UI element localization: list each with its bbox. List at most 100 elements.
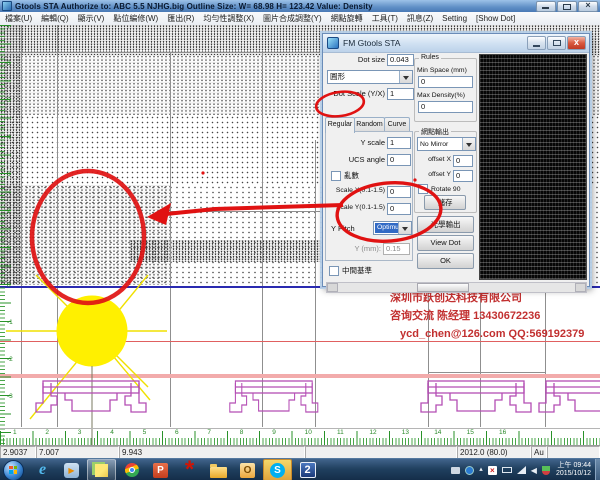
restore-button[interactable] bbox=[557, 1, 577, 12]
menu-item-1[interactable]: 檔案(U) bbox=[5, 13, 32, 24]
taskbar-sticky-notes[interactable] bbox=[87, 459, 116, 480]
halftone-band-dense bbox=[130, 240, 330, 262]
menu-item-10[interactable]: 訊息(Z) bbox=[407, 13, 433, 24]
v-ruler-label: -1 bbox=[7, 319, 13, 326]
checkbox-icon[interactable] bbox=[331, 171, 341, 181]
dropdown-arrow-icon[interactable] bbox=[399, 71, 412, 83]
view-dot-button[interactable]: View Dot bbox=[417, 235, 474, 251]
skype-icon: S bbox=[270, 463, 285, 478]
safety-tray-icon[interactable] bbox=[542, 466, 550, 475]
tab-curve[interactable]: Curve bbox=[384, 117, 410, 132]
dialog-minimize-button[interactable] bbox=[527, 36, 546, 50]
optical-output-button[interactable]: 光學輸出 bbox=[417, 216, 474, 233]
halftone-region-left bbox=[0, 185, 170, 285]
taskbar-outlook[interactable]: O bbox=[234, 460, 261, 480]
scrollbar-thumb[interactable] bbox=[417, 283, 469, 292]
menu-item-5[interactable]: 匯出(R) bbox=[167, 13, 194, 24]
construction-line bbox=[428, 372, 545, 373]
menu-item-6[interactable]: 均勻性調整(X) bbox=[203, 13, 254, 24]
scale-x-label: Scale X(0.1-1.5) bbox=[323, 187, 385, 194]
menu-item-2[interactable]: 編輯(Q) bbox=[41, 13, 69, 24]
alert-tray-icon[interactable]: × bbox=[488, 466, 497, 475]
h-ruler-label: 16 bbox=[499, 429, 506, 436]
system-tray: ▴ × ◀ bbox=[451, 466, 556, 475]
dropdown-arrow-icon[interactable] bbox=[462, 138, 475, 150]
min-space-label: Min Space (mm) bbox=[417, 67, 473, 74]
pink-reference-band bbox=[0, 374, 600, 378]
scale-y-field[interactable]: 0 bbox=[387, 203, 411, 215]
taskbar-skype[interactable]: S bbox=[263, 459, 292, 480]
battery-tray-icon[interactable] bbox=[502, 467, 512, 473]
ok-button[interactable]: OK bbox=[417, 253, 474, 269]
chrome-icon bbox=[125, 463, 139, 477]
window-titlebar[interactable]: Gtools STA Authorize to: ABC 5.5 NJHG.bi… bbox=[0, 0, 600, 12]
menu-item-3[interactable]: 顯示(V) bbox=[78, 13, 105, 24]
h-ruler-label: 7 bbox=[207, 429, 211, 436]
info-tray-icon[interactable] bbox=[465, 466, 474, 475]
dialog-maximize-button[interactable] bbox=[547, 36, 566, 50]
menu-item-11[interactable]: Setting bbox=[442, 14, 467, 23]
minimize-button[interactable] bbox=[536, 1, 556, 12]
taskbar-clock[interactable]: 上午 09:44 2015/10/12 bbox=[556, 462, 595, 478]
menu-item-8[interactable]: 網點旋轉 bbox=[331, 13, 363, 24]
v-ruler-label: -2 bbox=[7, 356, 13, 363]
taskbar-app-2[interactable]: 2 bbox=[294, 460, 321, 480]
menu-item-7[interactable]: 圖片合成調整(Y) bbox=[263, 13, 322, 24]
min-space-field[interactable]: 0 bbox=[418, 76, 473, 88]
tab-regular[interactable]: Regular bbox=[325, 117, 355, 133]
keyboard-tray-icon[interactable] bbox=[451, 467, 460, 474]
offset-x-label: offset X bbox=[417, 156, 451, 163]
construction-line bbox=[315, 140, 316, 427]
close-button[interactable] bbox=[578, 1, 598, 12]
center-reference-checkbox[interactable]: 中間基準 bbox=[329, 265, 372, 276]
offset-y-field[interactable]: 0 bbox=[453, 170, 473, 182]
random-checkbox[interactable]: 亂數 bbox=[331, 170, 359, 181]
network-tray-icon[interactable] bbox=[517, 466, 526, 474]
y-scale-label: Y scale bbox=[323, 138, 385, 147]
taskbar-red-tool[interactable]: * bbox=[176, 460, 203, 480]
max-density-field[interactable]: 0 bbox=[418, 101, 473, 113]
rules-group-title: Rules bbox=[419, 54, 441, 61]
fm-dialog[interactable]: FM Gtools STA Dot size 0.043 圓形 Dot Scal… bbox=[322, 33, 590, 287]
show-hidden-tray-icon[interactable]: ▴ bbox=[479, 466, 483, 474]
save-button[interactable]: 儲存 bbox=[424, 195, 466, 210]
shape-dropdown[interactable]: 圓形 bbox=[327, 70, 413, 84]
checkbox-icon[interactable] bbox=[418, 184, 428, 194]
start-button[interactable] bbox=[3, 460, 24, 480]
menu-item-9[interactable]: 工具(T) bbox=[372, 13, 398, 24]
rotate-90-checkbox[interactable]: Rotate 90 bbox=[418, 184, 460, 194]
v-ruler-label: 0 bbox=[7, 282, 11, 289]
taskbar-chrome[interactable] bbox=[118, 460, 145, 480]
checkbox-icon[interactable] bbox=[329, 266, 339, 276]
dialog-titlebar[interactable]: FM Gtools STA bbox=[323, 34, 589, 53]
y-pitch-label: Y Pitch bbox=[331, 224, 371, 233]
show-desktop-button[interactable] bbox=[595, 459, 600, 480]
volume-tray-icon[interactable]: ◀ bbox=[531, 466, 537, 475]
menu-item-12[interactable]: [Show Dot] bbox=[476, 14, 515, 23]
outlook-icon: O bbox=[240, 463, 255, 478]
offset-x-field[interactable]: 0 bbox=[453, 155, 473, 167]
dialog-scrollbar[interactable] bbox=[326, 282, 587, 293]
dot-size-field[interactable]: 0.043 bbox=[387, 54, 414, 66]
dot-scale-field[interactable]: 1 bbox=[387, 88, 414, 100]
mirror-dropdown[interactable]: No Mirror bbox=[417, 137, 476, 151]
y-scale-field[interactable]: 1 bbox=[387, 137, 411, 149]
h-ruler-label: 3 bbox=[78, 429, 82, 436]
dropdown-arrow-icon[interactable] bbox=[398, 222, 411, 234]
menu-bar: 檔案(U) 編輯(Q) 顯示(V) 點位編修(W) 匯出(R) 均勻性調整(X) 圖片合成調… bbox=[0, 12, 600, 26]
y-pitch-dropdown[interactable]: Optimum bbox=[373, 221, 412, 235]
taskbar-explorer-folder[interactable] bbox=[205, 460, 232, 480]
scale-x-field[interactable]: 0 bbox=[387, 186, 411, 198]
menu-item-4[interactable]: 點位編修(W) bbox=[113, 13, 158, 24]
tab-random[interactable]: Random bbox=[354, 117, 385, 132]
dialog-close-button[interactable] bbox=[567, 36, 586, 50]
scroll-left-icon[interactable] bbox=[327, 283, 338, 292]
v-ruler-label: 1 bbox=[7, 245, 11, 252]
clock-time: 上午 09:44 bbox=[556, 462, 591, 470]
taskbar-powerpoint[interactable]: P bbox=[147, 460, 174, 480]
h-ruler-label: 11 bbox=[337, 429, 344, 436]
scroll-right-icon[interactable] bbox=[575, 283, 586, 292]
taskbar-internet-explorer[interactable]: e bbox=[29, 460, 56, 480]
ucs-angle-field[interactable]: 0 bbox=[387, 154, 411, 166]
taskbar-media-player[interactable]: ▶ bbox=[58, 460, 85, 480]
